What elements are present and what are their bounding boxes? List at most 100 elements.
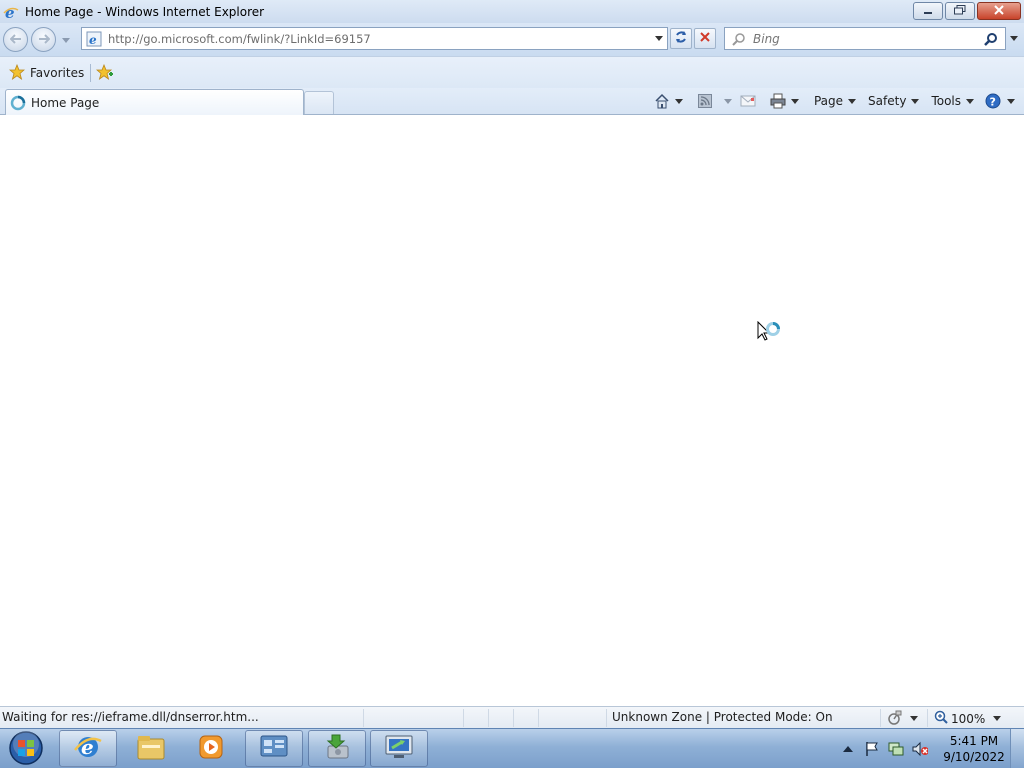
page-content[interactable] — [0, 116, 1024, 706]
internet-explorer-icon: e — [3, 4, 19, 20]
show-desktop-button[interactable] — [1010, 729, 1024, 768]
favorites-button[interactable]: Favorites — [5, 63, 88, 83]
taskbar-remote-desktop[interactable] — [370, 730, 428, 767]
taskbar-installer[interactable] — [308, 730, 366, 767]
tools-menu-label: Tools — [931, 94, 961, 108]
feeds-button[interactable] — [693, 90, 736, 112]
clock-time: 5:41 PM — [949, 734, 999, 748]
print-button[interactable] — [766, 90, 803, 112]
navigation-bar: e http://go.microsoft.com/fwlink/?LinkId… — [0, 23, 1024, 56]
divider — [90, 64, 91, 82]
home-icon — [653, 92, 671, 110]
add-to-favorites-bar-button[interactable] — [95, 63, 115, 83]
chevron-down-icon — [965, 97, 974, 105]
remote-desktop-icon — [383, 733, 415, 764]
rss-feed-icon — [696, 92, 714, 110]
loading-spinner-icon — [10, 95, 26, 111]
divider — [927, 709, 928, 727]
divider — [463, 709, 464, 727]
tools-menu[interactable]: Tools — [928, 90, 977, 112]
home-button[interactable] — [650, 90, 687, 112]
tab-home-page[interactable]: Home Page — [5, 89, 304, 115]
search-box[interactable] — [724, 27, 1006, 50]
minimize-icon — [923, 4, 933, 18]
title-bar: e Home Page - Windows Internet Explorer — [0, 0, 1024, 23]
taskbar-windows-explorer[interactable] — [122, 730, 180, 767]
zoom-icon — [934, 710, 948, 727]
divider — [363, 709, 364, 727]
mail-icon — [739, 92, 757, 110]
chevron-down-icon — [847, 97, 856, 105]
restore-button[interactable] — [945, 2, 975, 20]
status-bar: Waiting for res://ieframe.dll/dnserror.h… — [0, 706, 1024, 728]
star-icon — [8, 63, 26, 83]
pop-up-blocker-icon[interactable] — [887, 710, 903, 726]
address-bar[interactable]: e http://go.microsoft.com/fwlink/?LinkId… — [81, 27, 668, 50]
stop-button[interactable] — [694, 28, 716, 49]
svg-text:?: ? — [990, 96, 996, 109]
close-button[interactable] — [977, 2, 1021, 20]
back-button[interactable] — [3, 27, 28, 52]
add-favorite-icon — [95, 63, 114, 83]
back-arrow-icon — [9, 33, 22, 47]
status-text: Waiting for res://ieframe.dll/dnserror.h… — [2, 710, 259, 724]
notification-area — [840, 729, 928, 768]
show-hidden-icons-icon[interactable] — [840, 741, 856, 757]
chevron-down-icon[interactable] — [654, 33, 664, 43]
busy-cursor-icon — [757, 320, 785, 349]
safety-menu[interactable]: Safety — [865, 90, 922, 112]
divider — [513, 709, 514, 727]
divider — [880, 709, 881, 727]
chevron-down-icon[interactable] — [992, 714, 1001, 722]
chevron-down-icon — [910, 97, 919, 105]
svg-text:e: e — [5, 4, 15, 20]
windows-explorer-icon — [136, 733, 166, 764]
svg-text:e: e — [89, 33, 97, 47]
taskbar-internet-explorer[interactable]: e — [59, 730, 117, 767]
command-bar: Page Safety Tools ? — [650, 90, 1018, 112]
security-zone-status[interactable]: Unknown Zone | Protected Mode: On — [612, 710, 833, 724]
zoom-level-button[interactable]: 100% — [934, 710, 985, 727]
minimize-button[interactable] — [913, 2, 943, 20]
installer-icon — [322, 733, 352, 764]
tab-label: Home Page — [31, 95, 100, 110]
chevron-down-icon[interactable] — [675, 97, 684, 105]
taskbar: e 5:41 PM 9/10/2022 — [0, 728, 1024, 768]
search-options-dropdown[interactable] — [1009, 33, 1019, 43]
favorites-label: Favorites — [30, 66, 85, 80]
chevron-down-icon[interactable] — [791, 97, 800, 105]
stop-x-icon — [699, 31, 711, 46]
internet-explorer-icon: e — [73, 732, 103, 765]
safety-menu-label: Safety — [868, 94, 907, 108]
window-title: Home Page - Windows Internet Explorer — [25, 4, 265, 19]
windows-logo-icon — [8, 730, 44, 768]
search-input[interactable] — [753, 31, 973, 46]
chevron-down-icon[interactable] — [724, 97, 733, 105]
forward-button[interactable] — [31, 27, 56, 52]
read-mail-button[interactable] — [736, 90, 760, 112]
taskbar-media-player[interactable] — [182, 730, 240, 767]
start-button[interactable] — [4, 730, 48, 768]
system-clock[interactable]: 5:41 PM 9/10/2022 — [940, 733, 1008, 765]
compatibility-refresh-button[interactable] — [670, 28, 692, 49]
divider — [488, 709, 489, 727]
page-menu-label: Page — [813, 94, 844, 108]
new-tab-button[interactable] — [304, 91, 334, 114]
restore-icon — [954, 4, 966, 18]
search-icon[interactable] — [983, 31, 999, 47]
action-center-flag-icon[interactable] — [864, 741, 880, 757]
page-menu[interactable]: Page — [811, 90, 859, 112]
control-panel-icon — [259, 733, 289, 764]
help-menu[interactable]: ? — [981, 90, 1018, 112]
close-icon — [993, 4, 1005, 18]
page-icon: e — [86, 31, 102, 47]
favorites-bar: Favorites — [0, 56, 1024, 88]
volume-muted-icon[interactable] — [912, 741, 928, 757]
printer-icon — [769, 92, 787, 110]
recent-pages-dropdown[interactable] — [60, 33, 72, 45]
network-icon[interactable] — [888, 741, 904, 757]
chevron-down-icon — [62, 32, 70, 46]
taskbar-control-panel[interactable] — [245, 730, 303, 767]
chevron-down-icon[interactable] — [909, 714, 918, 722]
media-player-icon — [197, 733, 225, 764]
